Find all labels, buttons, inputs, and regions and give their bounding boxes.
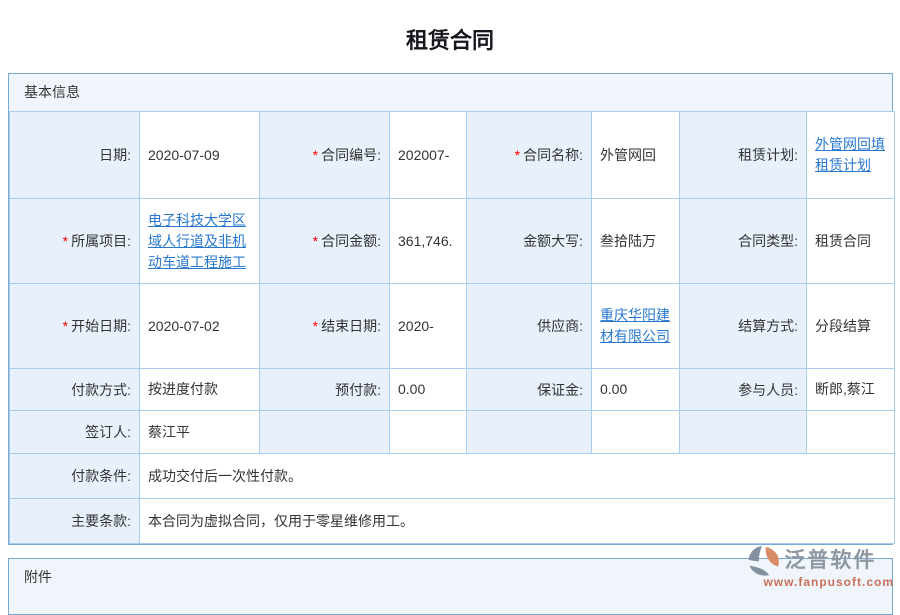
empty-value-cell xyxy=(807,411,895,454)
field-value-start-date: 2020-07-02 xyxy=(140,284,260,369)
watermark-url-text: www.fanpusoft.com xyxy=(747,575,894,589)
field-value-end-date: 2020- xyxy=(390,284,467,369)
field-label-date: 日期: xyxy=(10,112,140,199)
field-label-participants: 参与人员: xyxy=(680,369,807,411)
field-label-advance-payment: 预付款: xyxy=(260,369,390,411)
empty-label-cell xyxy=(260,411,390,454)
field-label-settlement-method: 结算方式: xyxy=(680,284,807,369)
empty-label-cell xyxy=(467,411,592,454)
field-value-lease-plan: 外管网回填租赁计划 xyxy=(807,112,895,199)
empty-value-cell xyxy=(390,411,467,454)
basic-info-section-title: 基本信息 xyxy=(9,74,892,111)
field-label-lease-plan: 租赁计划: xyxy=(680,112,807,199)
field-value-participants: 断郎,蔡江 xyxy=(807,369,895,411)
field-label-contract-amount: *合同金额: xyxy=(260,199,390,284)
table-row: 签订人: 蔡江平 xyxy=(10,411,895,454)
field-value-contract-no: 202007- xyxy=(390,112,467,199)
empty-value-cell xyxy=(592,411,680,454)
field-value-payment-method: 按进度付款 xyxy=(140,369,260,411)
field-value-date: 2020-07-09 xyxy=(140,112,260,199)
field-value-contract-name: 外管网回 xyxy=(592,112,680,199)
field-value-main-clauses: 本合同为虚拟合同，仅用于零星维修用工。 xyxy=(140,499,895,544)
field-value-contract-type: 租赁合同 xyxy=(807,199,895,284)
field-value-contract-amount: 361,746. xyxy=(390,199,467,284)
watermark-brand-text: 泛普软件 xyxy=(784,549,876,572)
field-value-advance-payment: 0.00 xyxy=(390,369,467,411)
basic-info-panel: 基本信息 日期: 2020-07-09 *合同编号: 202007- *合同名称… xyxy=(8,73,893,545)
table-row: 日期: 2020-07-09 *合同编号: 202007- *合同名称: 外管网… xyxy=(10,112,895,199)
required-asterisk: * xyxy=(313,318,318,334)
field-value-settlement-method: 分段结算 xyxy=(807,284,895,369)
project-link[interactable]: 电子科技大学区域人行道及非机动车道工程施工 xyxy=(148,212,246,270)
page-title: 租赁合同 xyxy=(0,0,900,53)
field-label-contract-no: *合同编号: xyxy=(260,112,390,199)
watermark: 泛普软件 www.fanpusoft.com xyxy=(747,545,894,589)
table-row: *所属项目: 电子科技大学区域人行道及非机动车道工程施工 *合同金额: 361,… xyxy=(10,199,895,284)
basic-info-grid: 日期: 2020-07-09 *合同编号: 202007- *合同名称: 外管网… xyxy=(9,111,895,544)
required-asterisk: * xyxy=(313,147,318,163)
field-label-end-date: *结束日期: xyxy=(260,284,390,369)
field-label-deposit: 保证金: xyxy=(467,369,592,411)
field-value-deposit: 0.00 xyxy=(592,369,680,411)
field-value-amount-words: 叁拾陆万 xyxy=(592,199,680,284)
field-value-supplier: 重庆华阳建材有限公司 xyxy=(592,284,680,369)
table-row: 付款方式: 按进度付款 预付款: 0.00 保证金: 0.00 参与人员: 断郎… xyxy=(10,369,895,411)
field-label-signer: 签订人: xyxy=(10,411,140,454)
supplier-link[interactable]: 重庆华阳建材有限公司 xyxy=(600,307,670,344)
field-label-project: *所属项目: xyxy=(10,199,140,284)
required-asterisk: * xyxy=(515,147,520,163)
table-row: 付款条件: 成功交付后一次性付款。 xyxy=(10,454,895,499)
field-label-main-clauses: 主要条款: xyxy=(10,499,140,544)
fanpu-logo-icon xyxy=(747,545,781,577)
empty-label-cell xyxy=(680,411,807,454)
field-value-project: 电子科技大学区域人行道及非机动车道工程施工 xyxy=(140,199,260,284)
field-label-contract-name: *合同名称: xyxy=(467,112,592,199)
field-label-contract-type: 合同类型: xyxy=(680,199,807,284)
required-asterisk: * xyxy=(63,233,68,249)
field-label-payment-terms: 付款条件: xyxy=(10,454,140,499)
table-row: 主要条款: 本合同为虚拟合同，仅用于零星维修用工。 xyxy=(10,499,895,544)
field-label-amount-words: 金额大写: xyxy=(467,199,592,284)
required-asterisk: * xyxy=(63,318,68,334)
table-row: *开始日期: 2020-07-02 *结束日期: 2020- 供应商: 重庆华阳… xyxy=(10,284,895,369)
lease-plan-link[interactable]: 外管网回填租赁计划 xyxy=(815,136,885,173)
field-value-signer: 蔡江平 xyxy=(140,411,260,454)
required-asterisk: * xyxy=(313,233,318,249)
field-value-payment-terms: 成功交付后一次性付款。 xyxy=(140,454,895,499)
field-label-start-date: *开始日期: xyxy=(10,284,140,369)
field-label-supplier: 供应商: xyxy=(467,284,592,369)
field-label-payment-method: 付款方式: xyxy=(10,369,140,411)
